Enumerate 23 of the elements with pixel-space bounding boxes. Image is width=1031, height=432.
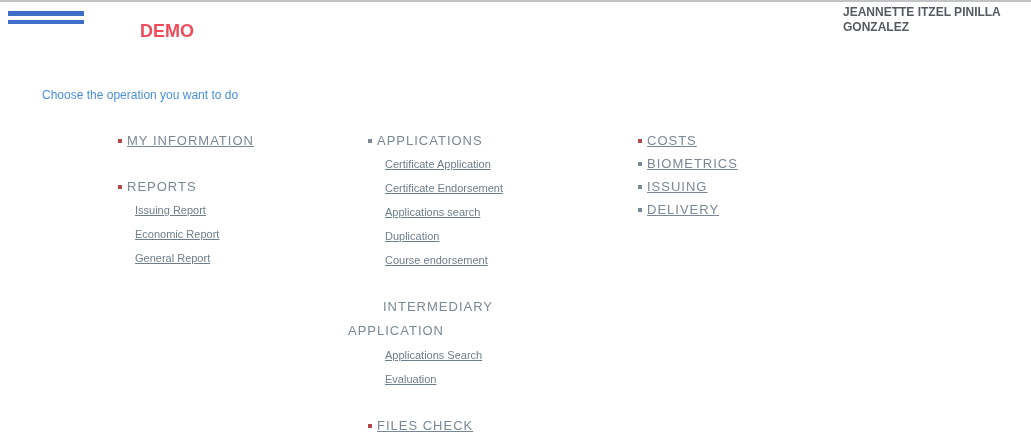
submenu-link[interactable]: Evaluation [385, 367, 437, 391]
menu-link[interactable]: DELIVERY [647, 199, 720, 220]
submenu-link[interactable]: Certificate Application [385, 152, 491, 176]
submenu-link[interactable]: Issuing Report [135, 198, 206, 222]
menu-link[interactable]: FILES CHECK [377, 415, 474, 432]
submenu-link[interactable]: Applications search [385, 200, 481, 224]
section-heading: REPORTS [127, 177, 197, 196]
submenu-link[interactable]: General Report [135, 246, 211, 270]
submenu-link[interactable]: Course endorsement [385, 248, 488, 272]
section-heading: INTERMEDIARY APPLICATION [348, 298, 494, 340]
submenu-link[interactable]: Duplication [385, 224, 440, 248]
section-heading: APPLICATIONS [377, 131, 483, 150]
submenu-link[interactable]: Economic Report [135, 222, 220, 246]
submenu-link[interactable]: Applications Search [385, 343, 483, 367]
instruction-text: Choose the operation you want to do [42, 87, 240, 104]
user-name: JEANNETTE ITZEL PINILLA GONZALEZ [843, 5, 1002, 35]
logo-icon [8, 10, 86, 26]
menu-link[interactable]: COSTS [647, 130, 697, 151]
menu-link[interactable]: ISSUING [647, 176, 708, 197]
menu-link[interactable]: MY INFORMATION [127, 130, 254, 151]
demo-label: DEMO [140, 22, 194, 40]
menu-link[interactable]: BIOMETRICS [647, 153, 738, 174]
submenu-link[interactable]: Certificate Endorsement [385, 176, 503, 200]
